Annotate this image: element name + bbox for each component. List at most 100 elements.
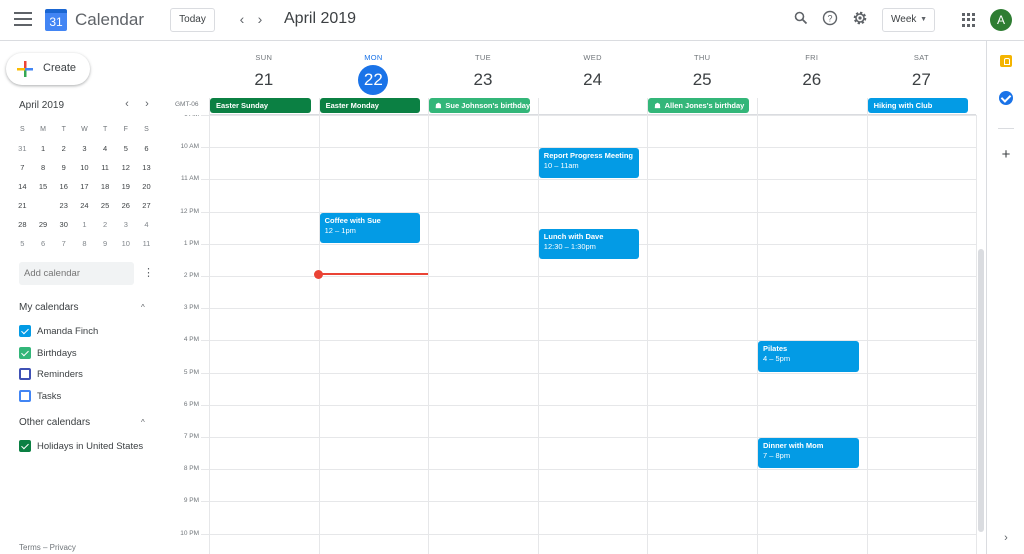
day-header-tue[interactable]: TUE 23 (428, 41, 538, 97)
today-button[interactable]: Today (170, 8, 215, 32)
more-options-icon[interactable]: ⋮ (143, 266, 154, 280)
mini-calendar-day[interactable]: 10 (115, 234, 136, 253)
mini-calendar-day[interactable]: 19 (115, 177, 136, 196)
mini-calendar-day[interactable]: 11 (136, 234, 157, 253)
main-menu-icon[interactable] (14, 12, 32, 26)
keep-icon[interactable] (1000, 55, 1012, 67)
add-addon-icon[interactable]: + (999, 147, 1013, 162)
mini-calendar-day[interactable]: 18 (95, 177, 116, 196)
avatar[interactable]: A (990, 9, 1012, 31)
day-header-wed[interactable]: WED 24 (538, 41, 648, 97)
mini-calendar-day[interactable]: 2 (53, 139, 74, 158)
day-header-sun[interactable]: SUN 21 (209, 41, 319, 97)
mini-calendar-day[interactable]: 25 (95, 196, 116, 215)
mini-calendar-day[interactable]: 21 (12, 196, 33, 215)
mini-calendar-day[interactable]: 11 (95, 158, 116, 177)
vertical-scrollbar[interactable] (978, 249, 984, 532)
all-day-event[interactable]: ☗ Sue Johnson's birthday (429, 98, 530, 113)
mini-calendar-day[interactable]: 6 (33, 234, 54, 253)
calendar-event[interactable]: Dinner with Mom 7 – 8pm (758, 438, 859, 469)
mini-calendar-day[interactable]: 1 (33, 139, 54, 158)
create-button[interactable]: Create (6, 53, 90, 85)
mini-calendar-day[interactable]: 20 (136, 177, 157, 196)
mini-calendar-day[interactable]: 7 (12, 158, 33, 177)
mini-calendar-day[interactable]: 30 (53, 215, 74, 234)
mini-calendar-prev-button[interactable]: ‹ (121, 98, 133, 110)
mini-calendar-day[interactable]: 12 (115, 158, 136, 177)
calendar-event[interactable]: Coffee with Sue 12 – 1pm (319, 212, 421, 243)
calendar-checkbox[interactable] (19, 325, 31, 337)
calendar-event[interactable]: Pilates 4 – 5pm (758, 341, 859, 372)
next-week-button[interactable]: › (251, 10, 269, 28)
day-header-mon[interactable]: MON 22 (319, 41, 429, 97)
chevron-up-icon[interactable]: ^ (141, 418, 145, 427)
help-icon[interactable]: ? (820, 10, 840, 30)
hour-gridline (201, 115, 976, 116)
mini-calendar-day[interactable]: 28 (12, 215, 33, 234)
mini-calendar-day[interactable]: 7 (53, 234, 74, 253)
all-day-event[interactable]: Easter Sunday (210, 98, 311, 113)
day-number[interactable]: 24 (578, 65, 608, 95)
search-icon[interactable] (791, 10, 811, 30)
mini-calendar-day[interactable]: 22 (33, 196, 54, 215)
day-number[interactable]: 21 (249, 65, 279, 95)
mini-calendar-day[interactable]: 9 (95, 234, 116, 253)
settings-icon[interactable] (850, 10, 870, 30)
mini-calendar-day[interactable]: 14 (12, 177, 33, 196)
all-day-event[interactable]: Hiking with Club (867, 98, 969, 113)
day-of-week: FRI (805, 53, 819, 62)
mini-calendar-day[interactable]: 16 (53, 177, 74, 196)
terms-privacy-link[interactable]: Terms – Privacy (19, 543, 76, 552)
calendar-checkbox[interactable] (19, 389, 31, 402)
other-calendars-title[interactable]: Other calendars (19, 417, 90, 428)
add-calendar-input[interactable] (19, 262, 134, 285)
mini-calendar-day[interactable]: 4 (95, 139, 116, 158)
mini-calendar-day[interactable]: 29 (33, 215, 54, 234)
all-day-event[interactable]: ☗ Allen Jones's birthday (648, 98, 749, 113)
mini-calendar-day[interactable]: 27 (136, 196, 157, 215)
view-selector[interactable]: Week ▼ (882, 8, 935, 32)
mini-calendar-day[interactable]: 26 (115, 196, 136, 215)
calendar-checkbox[interactable] (19, 368, 31, 380)
all-day-event[interactable]: Easter Monday (319, 98, 421, 113)
chevron-up-icon[interactable]: ^ (141, 303, 145, 312)
mini-calendar-day[interactable]: 15 (33, 177, 54, 196)
mini-calendar-day[interactable]: 31 (12, 139, 33, 158)
mini-calendar-day[interactable]: 17 (74, 177, 95, 196)
mini-calendar-day[interactable]: 8 (33, 158, 54, 177)
mini-calendar-day[interactable]: 5 (115, 139, 136, 158)
my-calendars-title[interactable]: My calendars (19, 302, 78, 313)
day-number[interactable]: 23 (468, 65, 498, 95)
day-number[interactable]: 22 (358, 65, 389, 95)
calendar-event[interactable]: Report Progress Meeting 10 – 11am (538, 148, 640, 179)
calendar-checkbox[interactable] (19, 346, 31, 359)
mini-calendar-day[interactable]: 5 (12, 234, 33, 253)
mini-calendar-day[interactable]: 6 (136, 139, 157, 158)
calendar-checkbox[interactable] (19, 440, 31, 452)
mini-calendar-day[interactable]: 24 (74, 196, 95, 215)
mini-calendar-day[interactable]: 2 (95, 215, 116, 234)
day-header-sat[interactable]: SAT 27 (867, 41, 977, 97)
time-grid[interactable]: 9 AM 10 AM 11 AM 12 PM 1 PM 2 PM 3 PM 4 PM 5 PM 6… (170, 115, 986, 554)
mini-calendar-day[interactable]: 3 (115, 215, 136, 234)
expand-panel-icon[interactable]: › (999, 531, 1013, 545)
mini-calendar-day[interactable]: 13 (136, 158, 157, 177)
mini-calendar-day[interactable]: 23 (53, 196, 74, 215)
mini-calendar-day[interactable]: 10 (74, 158, 95, 177)
mini-calendar-next-button[interactable]: › (141, 98, 153, 110)
mini-calendar-day[interactable]: 1 (74, 215, 95, 234)
day-header-thu[interactable]: THU 25 (647, 41, 757, 97)
hour-label: 2 PM (183, 272, 199, 279)
mini-calendar-day[interactable]: 3 (74, 139, 95, 158)
mini-calendar-day[interactable]: 4 (136, 215, 157, 234)
day-number[interactable]: 25 (687, 65, 717, 95)
day-header-fri[interactable]: FRI 26 (757, 41, 867, 97)
previous-week-button[interactable]: ‹ (233, 10, 251, 28)
calendar-event[interactable]: Lunch with Dave 12:30 – 1:30pm (538, 228, 640, 259)
day-number[interactable]: 27 (906, 65, 936, 95)
mini-calendar-day[interactable]: 9 (53, 158, 74, 177)
tasks-icon[interactable] (999, 91, 1013, 105)
apps-grid-icon[interactable] (962, 13, 976, 27)
day-number[interactable]: 26 (797, 65, 827, 95)
mini-calendar-day[interactable]: 8 (74, 234, 95, 253)
